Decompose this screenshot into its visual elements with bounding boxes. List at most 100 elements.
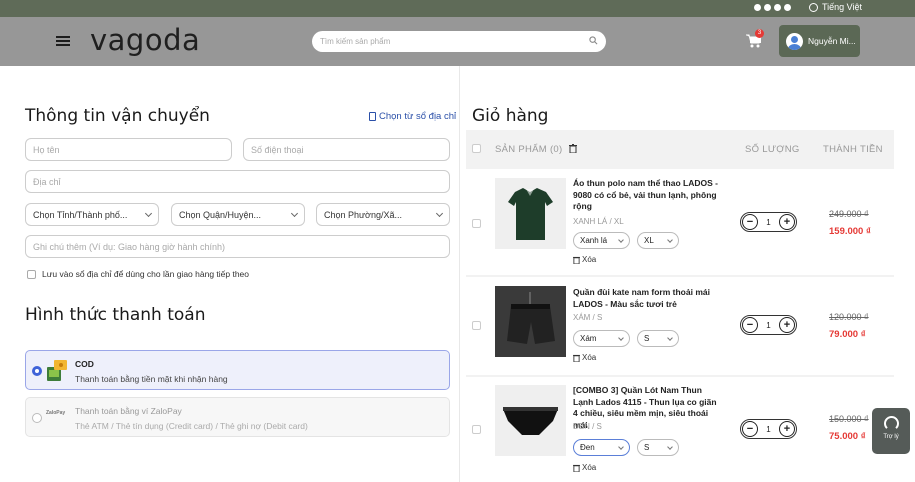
col-quantity: SỐ LƯỢNG xyxy=(745,144,800,155)
header: vagoda 3 Nguyễn Mi... xyxy=(0,17,915,66)
chevron-down-icon xyxy=(618,334,624,341)
address-book-link[interactable]: Chọn từ sổ địa chỉ xyxy=(369,111,456,122)
trash-icon[interactable] xyxy=(569,144,577,153)
note-field xyxy=(25,235,450,258)
menu-icon[interactable] xyxy=(56,36,70,46)
note-input[interactable] xyxy=(33,241,449,252)
item-checkbox[interactable] xyxy=(472,219,481,228)
chevron-down-icon xyxy=(618,236,624,243)
color-select[interactable]: Xanh lá xyxy=(573,232,630,249)
decrease-button[interactable]: − xyxy=(742,421,758,437)
cod-radio[interactable] xyxy=(32,366,42,376)
color-value: Xám xyxy=(580,334,597,343)
logo[interactable]: vagoda xyxy=(90,23,200,57)
delete-item-button[interactable]: Xóa xyxy=(573,255,596,264)
product-image[interactable] xyxy=(495,286,566,357)
delete-item-button[interactable]: Xóa xyxy=(573,353,596,362)
address-input[interactable] xyxy=(33,176,449,187)
chevron-down-icon xyxy=(435,209,444,217)
size-select[interactable]: S xyxy=(637,330,679,347)
old-price: 150.000 ₫ xyxy=(829,414,869,424)
user-account-button[interactable]: Nguyễn Mi... xyxy=(779,25,860,57)
size-value: S xyxy=(644,443,650,452)
search-bar xyxy=(312,31,606,52)
cart-item: Áo thun polo nam thể thao LADOS - 9080 c… xyxy=(466,169,894,275)
decrease-button[interactable]: − xyxy=(742,317,758,333)
item-checkbox[interactable] xyxy=(472,425,481,434)
decrease-button[interactable]: − xyxy=(742,214,758,230)
item-checkbox[interactable] xyxy=(472,321,481,330)
old-price: 249.000 ₫ xyxy=(829,209,869,219)
quantity-value[interactable]: 1 xyxy=(766,425,770,434)
save-address-row: Lưu vào sổ địa chỉ để dùng cho lần giao … xyxy=(27,269,249,279)
color-select[interactable]: Xám xyxy=(573,330,630,347)
youtube-icon[interactable] xyxy=(784,4,791,11)
globe-icon xyxy=(809,2,818,12)
col-total: THÀNH TIỀN xyxy=(823,144,883,155)
quantity-stepper: − 1 + xyxy=(740,212,797,232)
cod-subtitle: Thanh toán bằng tiền mặt khi nhận hàng xyxy=(75,374,228,384)
save-address-checkbox[interactable] xyxy=(27,269,36,279)
search-input[interactable] xyxy=(312,31,572,52)
quantity-value[interactable]: 1 xyxy=(766,218,770,227)
fullname-input[interactable] xyxy=(33,144,231,155)
zalopay-logo: ZaloPay xyxy=(46,410,66,416)
item-name[interactable]: Áo thun polo nam thể thao LADOS - 9080 c… xyxy=(573,178,721,213)
district-value: Chọn Quận/Huyện... xyxy=(179,209,262,220)
payment-option-cod[interactable]: COD Thanh toán bằng tiền mặt khi nhận hà… xyxy=(25,350,450,390)
search-icon[interactable] xyxy=(589,36,598,45)
ward-select[interactable]: Chọn Phường/Xã... xyxy=(316,203,450,226)
product-image[interactable] xyxy=(495,385,566,456)
size-select[interactable]: XL xyxy=(637,232,679,249)
trash-icon xyxy=(573,354,580,362)
phone-input[interactable] xyxy=(251,144,449,155)
item-variant: XÁM / S xyxy=(573,313,603,322)
column-divider xyxy=(459,66,460,482)
facebook-icon[interactable] xyxy=(754,4,761,11)
size-select[interactable]: S xyxy=(637,439,679,456)
cod-title: COD xyxy=(75,359,94,369)
delete-label: Xóa xyxy=(582,255,597,264)
select-all-checkbox[interactable] xyxy=(472,144,481,153)
trash-icon xyxy=(573,464,580,472)
increase-button[interactable]: + xyxy=(778,214,795,230)
product-image[interactable] xyxy=(495,178,566,249)
item-price: 159.000 ₫ xyxy=(829,226,871,237)
instagram-icon[interactable] xyxy=(764,4,771,11)
increase-button[interactable]: + xyxy=(778,317,795,333)
cart-panel: SẢN PHẨM (0) SỐ LƯỢNG THÀNH TIỀN Áo thun… xyxy=(466,130,894,482)
quantity-value[interactable]: 1 xyxy=(766,321,770,330)
item-price: 79.000 ₫ xyxy=(829,329,866,340)
chevron-down-icon xyxy=(667,443,673,450)
old-price: 120.000 ₫ xyxy=(829,312,869,322)
cart-title: Giỏ hàng xyxy=(472,106,549,126)
support-button[interactable]: Trợ lý xyxy=(872,408,910,454)
chevron-down-icon xyxy=(667,236,673,243)
payment-option-zalopay[interactable]: ZaloPay Thanh toán bằng ví ZaloPay Thẻ A… xyxy=(25,397,450,437)
zalopay-radio[interactable] xyxy=(32,413,42,423)
delete-label: Xóa xyxy=(582,353,597,362)
item-name[interactable]: Quần đùi kate nam form thoải mái LADOS -… xyxy=(573,287,721,310)
color-select[interactable]: Đen xyxy=(573,439,630,456)
chevron-down-icon xyxy=(618,443,624,450)
cart-item: [COMBO 3] Quần Lót Nam Thun Lạnh Lados 4… xyxy=(466,377,894,482)
quantity-stepper: − 1 + xyxy=(740,315,797,335)
ward-value: Chọn Phường/Xã... xyxy=(324,209,402,220)
item-variant: ĐEN / S xyxy=(573,422,602,431)
language-label: Tiếng Việt xyxy=(822,2,863,12)
size-value: XL xyxy=(644,236,654,245)
district-select[interactable]: Chọn Quận/Huyện... xyxy=(171,203,305,226)
increase-button[interactable]: + xyxy=(778,421,795,437)
chevron-down-icon xyxy=(667,334,673,341)
item-price: 75.000 ₫ xyxy=(829,431,866,442)
avatar xyxy=(786,32,803,50)
cart-count-badge: 3 xyxy=(755,29,764,38)
address-field xyxy=(25,170,450,193)
pinterest-icon[interactable] xyxy=(774,4,781,11)
delete-item-button[interactable]: Xóa xyxy=(573,463,596,472)
cart-table-header: SẢN PHẨM (0) SỐ LƯỢNG THÀNH TIỀN xyxy=(466,130,894,168)
language-switcher[interactable]: Tiếng Việt xyxy=(809,2,862,12)
province-select[interactable]: Chọn Tỉnh/Thành phố... xyxy=(25,203,159,226)
cart-item: Quần đùi kate nam form thoải mái LADOS -… xyxy=(466,277,894,375)
save-address-label: Lưu vào sổ địa chỉ để dùng cho lần giao … xyxy=(42,269,250,279)
